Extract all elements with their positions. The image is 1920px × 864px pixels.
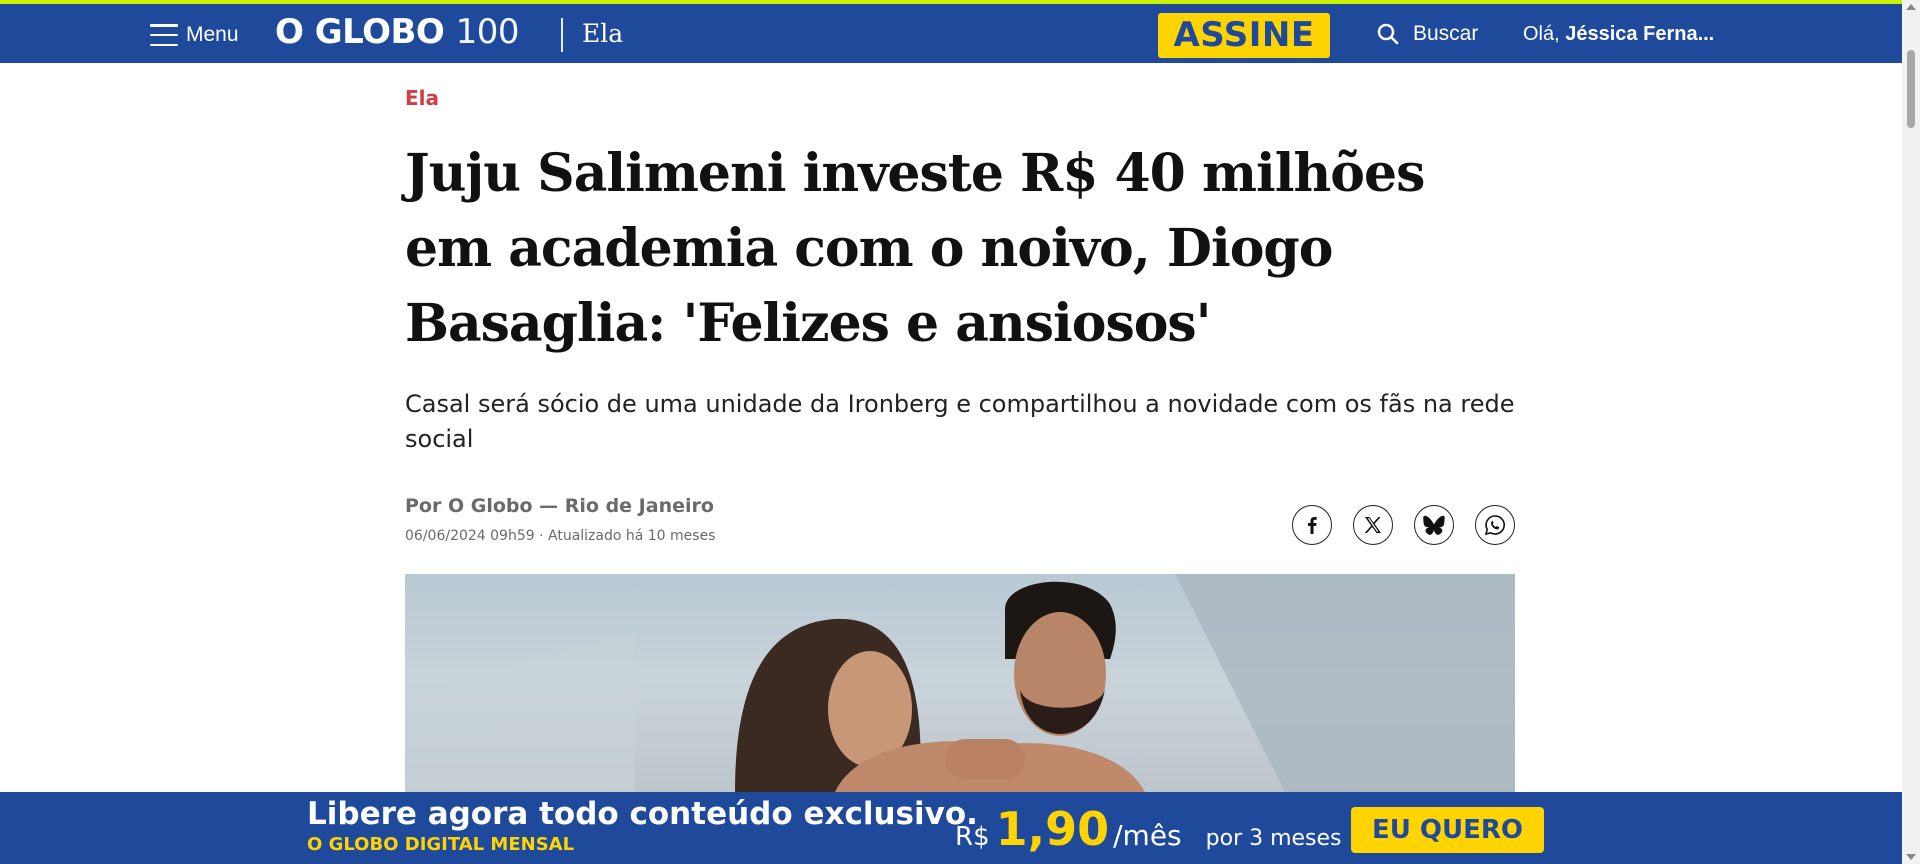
price-terms: por 3 meses (1205, 826, 1342, 851)
share-facebook-button[interactable] (1292, 505, 1332, 545)
subscribe-button[interactable]: ASSINE (1158, 13, 1330, 58)
price-period: /mês (1113, 819, 1182, 852)
article-photo (405, 574, 1515, 792)
scrollbar-thumb[interactable] (1907, 50, 1915, 128)
scroll-up-icon[interactable] (1906, 4, 1916, 10)
price-value: 1,90 (995, 802, 1110, 856)
logo-suffix: 100 (455, 12, 520, 52)
article-title: Juju Salimeni investe R$ 40 milhões em a… (405, 143, 1425, 354)
share-whatsapp-button[interactable] (1475, 505, 1515, 545)
user-greeting[interactable]: Olá, Jéssica Ferna... (1523, 23, 1714, 46)
user-name: Jéssica Ferna... (1565, 23, 1715, 45)
search-icon (1377, 23, 1399, 45)
share-bluesky-button[interactable] (1414, 505, 1454, 545)
top-nav-bar: Menu O GLOBO 100 Ela ASSINE Buscar Olá, … (0, 0, 1902, 63)
o-globo-logo[interactable]: O GLOBO 100 (275, 12, 520, 52)
logo-text: O GLOBO (275, 12, 445, 52)
article-dateline: 06/06/2024 09h59 · Atualizado há 10 mese… (405, 528, 716, 544)
banner-product: O GLOBO DIGITAL MENSAL (307, 834, 575, 855)
article-subtitle: Casal será sócio de uma unidade da Ironb… (405, 390, 1515, 453)
bluesky-icon (1423, 515, 1445, 535)
article-byline: Por O Globo — Rio de Janeiro (405, 495, 714, 517)
logo-divider (561, 18, 563, 52)
scroll-down-icon[interactable] (1906, 854, 1916, 860)
share-x-button[interactable] (1353, 505, 1393, 545)
whatsapp-icon (1484, 515, 1505, 536)
search-button[interactable]: Buscar (1377, 22, 1478, 46)
search-label: Buscar (1413, 22, 1479, 45)
price-currency: R$ (955, 822, 990, 852)
section-kicker[interactable]: Ela (405, 86, 439, 110)
facebook-icon (1308, 517, 1317, 534)
share-buttons (1292, 505, 1515, 545)
x-icon (1364, 517, 1381, 533)
page-scrollbar[interactable] (1902, 0, 1920, 864)
menu-label: Menu (186, 23, 239, 46)
hamburger-icon (150, 24, 178, 46)
couple-photo-illustration (405, 574, 1515, 792)
banner-price: R$ 1,90 /mês por 3 meses (955, 802, 1342, 856)
eu-quero-button[interactable]: EU QUERO (1351, 807, 1544, 853)
section-name[interactable]: Ela (582, 19, 623, 48)
menu-button[interactable]: Menu (150, 18, 239, 52)
greeting-text: Olá, (1523, 23, 1560, 45)
banner-headline: Libere agora todo conteúdo exclusivo. (307, 796, 978, 832)
subscription-banner: Libere agora todo conteúdo exclusivo. O … (0, 792, 1902, 864)
